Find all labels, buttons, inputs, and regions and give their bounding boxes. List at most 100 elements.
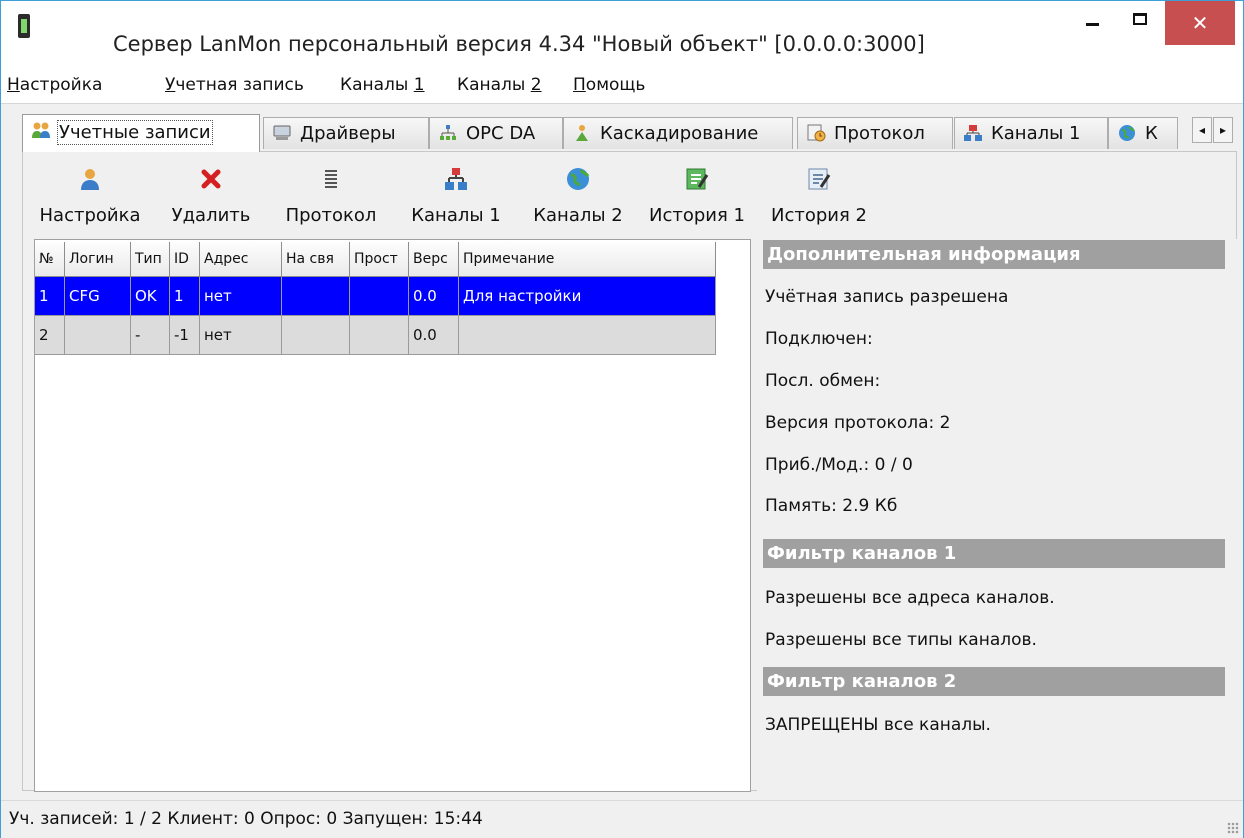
column-header-address[interactable]: Адрес: [200, 242, 282, 277]
user-settings-icon: [81, 169, 99, 190]
tab-protocol[interactable]: Протокол: [797, 117, 953, 149]
app-icon[interactable]: [18, 14, 30, 38]
channels-icon: [964, 125, 982, 141]
cell-type: -: [131, 316, 170, 355]
monitor-icon: [273, 125, 291, 140]
toolbar-channels-2-button[interactable]: Каналы 2: [523, 167, 633, 229]
tab-cascading-label: Каскадирование: [600, 123, 759, 144]
globe-icon: [567, 168, 590, 190]
tab-scroll-left-button[interactable]: ◂: [1192, 117, 1212, 143]
menu-channels-2-accel: 2: [530, 75, 542, 95]
menu-settings-accel: Н: [7, 75, 20, 95]
cell-note: Для настройки: [459, 277, 716, 316]
toolbar-delete-button[interactable]: Удалить: [161, 167, 261, 229]
resize-grip-icon[interactable]: [1227, 822, 1239, 834]
cell-version: 0.0: [409, 277, 459, 316]
info-account-status: Учётная запись разрешена: [765, 287, 1009, 307]
tab-accounts-label: Учетные записи: [57, 120, 213, 145]
menu-settings[interactable]: Настройка: [7, 75, 102, 95]
column-header-id[interactable]: ID: [170, 242, 200, 277]
globe-icon: [1119, 125, 1135, 141]
toolbar-history-1-button[interactable]: История 1: [641, 167, 753, 229]
tab-drivers[interactable]: Драйверы: [263, 117, 429, 149]
toolbar-channels-1-label: Каналы 1: [411, 205, 501, 226]
tab-channels-2[interactable]: К: [1108, 117, 1178, 149]
toolbar-delete-label: Удалить: [171, 205, 251, 226]
toolbar-history-2-button[interactable]: История 2: [763, 167, 875, 229]
menu-bar: Настройка Учетная запись Каналы 1 Каналы…: [1, 67, 1243, 104]
cell-login: CFG: [65, 277, 131, 316]
tab-cascading[interactable]: Каскадирование: [563, 117, 793, 149]
filter-1-addresses: Разрешены все адреса каналов.: [765, 588, 1055, 608]
column-header-idle[interactable]: Прост: [350, 242, 409, 277]
info-panel: Дополнительная информация Учётная запись…: [757, 239, 1237, 792]
table-row[interactable]: 1 CFG OK 1 нет 0.0 Для настройки: [35, 277, 716, 316]
cell-online: [282, 316, 350, 355]
close-button[interactable]: ✕: [1165, 1, 1235, 45]
tab-channels-2-label: К: [1145, 123, 1158, 144]
network-icon: [440, 125, 456, 140]
title-bar[interactable]: Сервер LanMon персональный версия 4.34 "…: [1, 1, 1243, 67]
tab-channels-1-label: Каналы 1: [991, 123, 1081, 144]
maximize-button[interactable]: [1125, 9, 1155, 39]
menu-help-accel: П: [573, 75, 586, 95]
toolbar-channels-2-label: Каналы 2: [533, 205, 623, 226]
cell-id: 1: [170, 277, 200, 316]
tab-scroll-right-button[interactable]: ▸: [1213, 117, 1233, 143]
column-header-number[interactable]: №: [35, 242, 65, 277]
tab-strip: Учетные записи Драйверы OPC DA Каскадиро…: [1, 109, 1243, 153]
cell-online: [282, 277, 350, 316]
filter-1-types: Разрешены все типы каналов.: [765, 630, 1037, 650]
cell-address: нет: [200, 277, 282, 316]
tab-accounts[interactable]: Учетные записи: [22, 114, 260, 152]
column-header-version[interactable]: Верс: [409, 242, 459, 277]
status-text: Уч. записей: 1 / 2 Клиент: 0 Опрос: 0 За…: [9, 809, 483, 829]
info-last-exchange: Посл. обмен:: [765, 371, 881, 391]
menu-channels-2[interactable]: Каналы 2: [457, 75, 542, 95]
tab-channels-1[interactable]: Каналы 1: [954, 117, 1108, 149]
edit-icon: [808, 168, 831, 190]
menu-channels-2-label: Каналы: [457, 75, 531, 95]
filter-2-status: ЗАПРЕЩЕНЫ все каналы.: [765, 715, 991, 735]
users-icon: [32, 122, 50, 138]
menu-channels-1[interactable]: Каналы 1: [340, 75, 425, 95]
tab-drivers-label: Драйверы: [300, 123, 396, 144]
column-header-type[interactable]: Тип: [131, 242, 170, 277]
filter-2-header: Фильтр каналов 2: [763, 667, 1225, 696]
menu-help[interactable]: Помощь: [573, 75, 645, 95]
clock-doc-icon: [807, 124, 826, 142]
list-icon: [325, 170, 337, 188]
status-bar: Уч. записей: 1 / 2 Клиент: 0 Опрос: 0 За…: [1, 800, 1243, 838]
info-memory: Память: 2.9 Кб: [765, 496, 898, 516]
cell-login: [65, 316, 131, 355]
info-section-header: Дополнительная информация: [763, 240, 1225, 269]
app-window: Сервер LanMon персональный версия 4.34 "…: [0, 0, 1244, 838]
toolbar-protocol-button[interactable]: Протокол: [281, 167, 381, 229]
accounts-grid[interactable]: № Логин Тип ID Адрес На свя Прост Верс П…: [34, 239, 751, 792]
menu-account[interactable]: Учетная запись: [165, 75, 304, 95]
minimize-button[interactable]: [1079, 9, 1109, 39]
edit-green-icon: [686, 168, 709, 190]
info-protocol-version: Версия протокола: 2: [765, 413, 951, 433]
info-devices-modules: Приб./Мод.: 0 / 0: [765, 455, 913, 475]
toolbar-protocol-label: Протокол: [285, 205, 377, 226]
cell-number: 1: [35, 277, 65, 316]
column-header-note[interactable]: Примечание: [459, 242, 716, 277]
tab-protocol-label: Протокол: [834, 123, 925, 144]
tab-opc-da[interactable]: OPC DA: [429, 117, 563, 149]
column-header-login[interactable]: Логин: [65, 242, 131, 277]
menu-channels-1-label: Каналы: [340, 75, 414, 95]
cell-type: OK: [131, 277, 170, 316]
delete-x-icon: [201, 169, 221, 189]
toolbar-history-2-label: История 2: [771, 205, 867, 226]
info-connected: Подключен:: [765, 329, 873, 349]
filter-1-header: Фильтр каналов 1: [763, 539, 1225, 568]
table-row[interactable]: 2 - -1 нет 0.0: [35, 316, 716, 355]
cell-idle: [350, 277, 409, 316]
cell-number: 2: [35, 316, 65, 355]
cell-address: нет: [200, 316, 282, 355]
column-header-online[interactable]: На свя: [282, 242, 350, 277]
toolbar-channels-1-button[interactable]: Каналы 1: [401, 167, 511, 229]
toolbar-settings-button[interactable]: Настройка: [34, 167, 146, 229]
menu-account-label: четная запись: [175, 75, 304, 95]
